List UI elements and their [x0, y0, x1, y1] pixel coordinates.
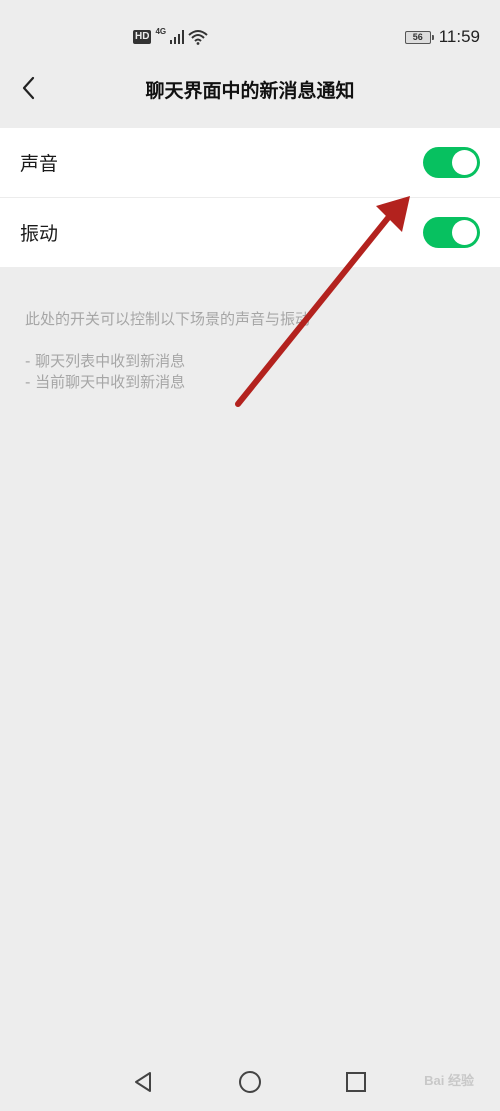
- toggle-knob: [452, 150, 477, 175]
- signal-icon: [170, 30, 185, 44]
- scenario-item: - 聊天列表中收到新消息: [25, 352, 186, 370]
- page-title: 聊天界面中的新消息通知: [145, 80, 355, 102]
- status-right: 56 11:59: [404, 27, 480, 47]
- scenario-item: - 当前聊天中收到新消息: [25, 373, 186, 391]
- sound-label: 声音: [20, 153, 59, 175]
- square-recents-icon: [346, 1072, 366, 1092]
- watermark-logo: Bai 经验: [424, 1073, 474, 1088]
- vibration-toggle[interactable]: [423, 217, 480, 248]
- nav-back-button[interactable]: [126, 1065, 160, 1099]
- system-nav-bar: Bai 经验: [0, 1051, 500, 1111]
- setting-row-sound: 声音: [0, 128, 500, 197]
- nav-recents-button[interactable]: [339, 1065, 373, 1099]
- page-header: 聊天界面中的新消息通知: [0, 60, 500, 116]
- toggle-knob: [452, 220, 477, 245]
- vibration-label: 振动: [20, 223, 59, 245]
- clock-time: 11:59: [438, 27, 480, 46]
- hd-badge: HD: [133, 30, 152, 44]
- status-icons: HD 4G: [133, 27, 208, 47]
- settings-card: 声音 振动: [0, 128, 500, 267]
- scenario-list: - 聊天列表中收到新消息 - 当前聊天中收到新消息: [25, 351, 185, 393]
- settings-description: 此处的开关可以控制以下场景的声音与振动: [25, 310, 311, 328]
- nav-home-button[interactable]: [233, 1065, 267, 1099]
- network-type-label: 4G: [155, 27, 167, 36]
- battery-level: 56: [412, 32, 423, 42]
- sound-toggle[interactable]: [423, 147, 480, 178]
- triangle-back-icon: [135, 1072, 151, 1092]
- setting-row-vibration: 振动: [0, 197, 500, 267]
- battery-icon: 56: [404, 30, 434, 44]
- circle-home-icon: [239, 1071, 261, 1093]
- wifi-icon: [188, 30, 208, 45]
